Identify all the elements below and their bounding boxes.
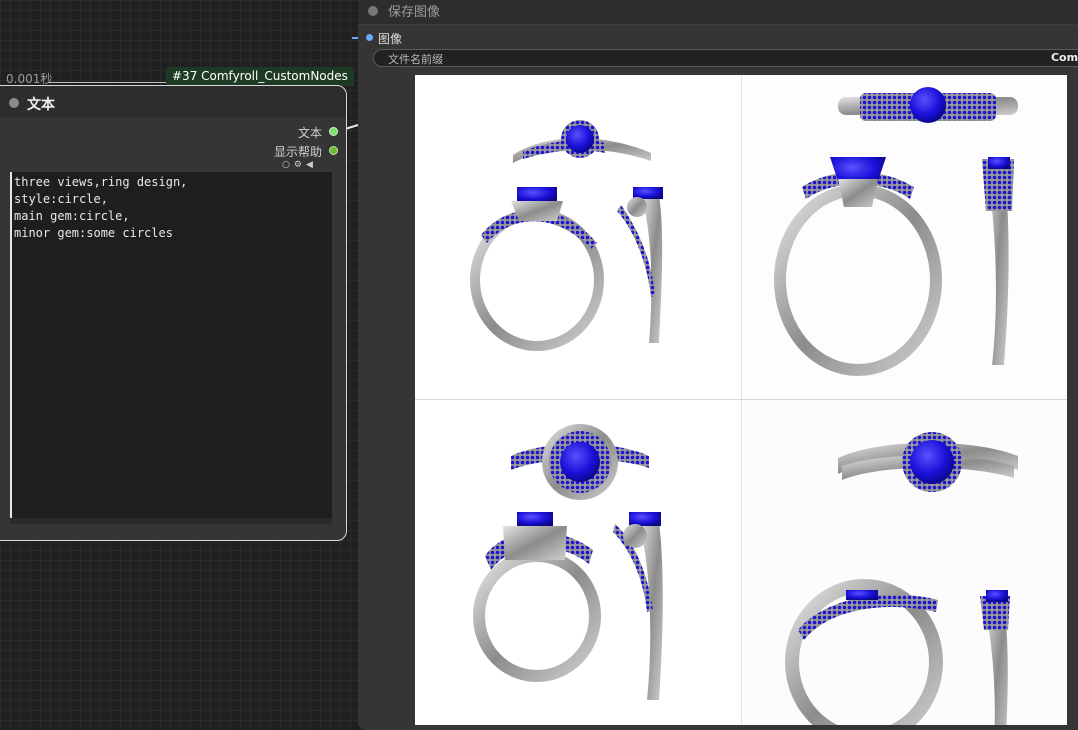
prefix-label: 文件名前缀: [388, 53, 443, 66]
timing-divider: [48, 82, 166, 83]
text-input-area[interactable]: three views,ring design, style:circle, m…: [10, 172, 332, 518]
ring-side-view: [617, 187, 663, 343]
ring-renders: [470, 87, 1018, 725]
ring-top-view: [838, 432, 1018, 492]
ring-sheet-top-right: [774, 87, 1018, 376]
ring-top-view: [511, 424, 649, 500]
node-header[interactable]: 文本: [0, 86, 346, 119]
textarea-footer: [10, 518, 332, 524]
ring-front-view: [785, 579, 943, 725]
ring-top-view: [513, 120, 651, 163]
output-help-socket[interactable]: [329, 146, 338, 155]
save-image-node[interactable]: 保存图像 图像 文件名前缀 Comfy: [352, 0, 1078, 730]
ring-front-view: [774, 157, 942, 376]
ring-sheet-top-left: [470, 120, 663, 351]
input-image-socket[interactable]: [366, 34, 373, 41]
node-header[interactable]: 保存图像: [358, 0, 1078, 25]
ring-sheet-bottom-right: [785, 432, 1018, 725]
widget-icon-row: ○⚙◀: [282, 160, 317, 170]
prefix-value: Comfy: [1050, 51, 1078, 64]
speaker-icon[interactable]: ◀: [306, 160, 317, 170]
radio-icon[interactable]: ○: [282, 160, 294, 170]
ring-side-view: [980, 590, 1010, 725]
ring-side-view: [982, 157, 1014, 365]
ring-front-view: [470, 187, 604, 351]
collapse-dot-icon[interactable]: [368, 6, 378, 16]
gear-icon[interactable]: ⚙: [294, 160, 306, 170]
node-title: 文本: [27, 97, 55, 113]
filename-prefix-field[interactable]: 文件名前缀 Comfy: [373, 49, 1078, 67]
ring-top-view: [838, 87, 1018, 123]
input-image-label: 图像: [378, 32, 403, 46]
ring-sheet-bottom-left: [473, 424, 663, 700]
input-wire-stub: [352, 37, 358, 39]
output-help-label: 显示帮助: [273, 145, 322, 159]
node-title: 保存图像: [388, 5, 441, 20]
output-text-label: 文本: [297, 126, 322, 140]
image-preview[interactable]: [415, 75, 1067, 725]
collapse-dot-icon[interactable]: [9, 98, 19, 108]
ring-front-view: [473, 512, 601, 682]
text-node[interactable]: 文本 文本 显示帮助 ○⚙◀ three views,ring design, …: [0, 85, 347, 541]
ring-side-view: [613, 512, 663, 700]
output-text-socket[interactable]: [329, 127, 338, 136]
node-source-badge: #37 Comfyroll_CustomNodes: [166, 67, 354, 86]
